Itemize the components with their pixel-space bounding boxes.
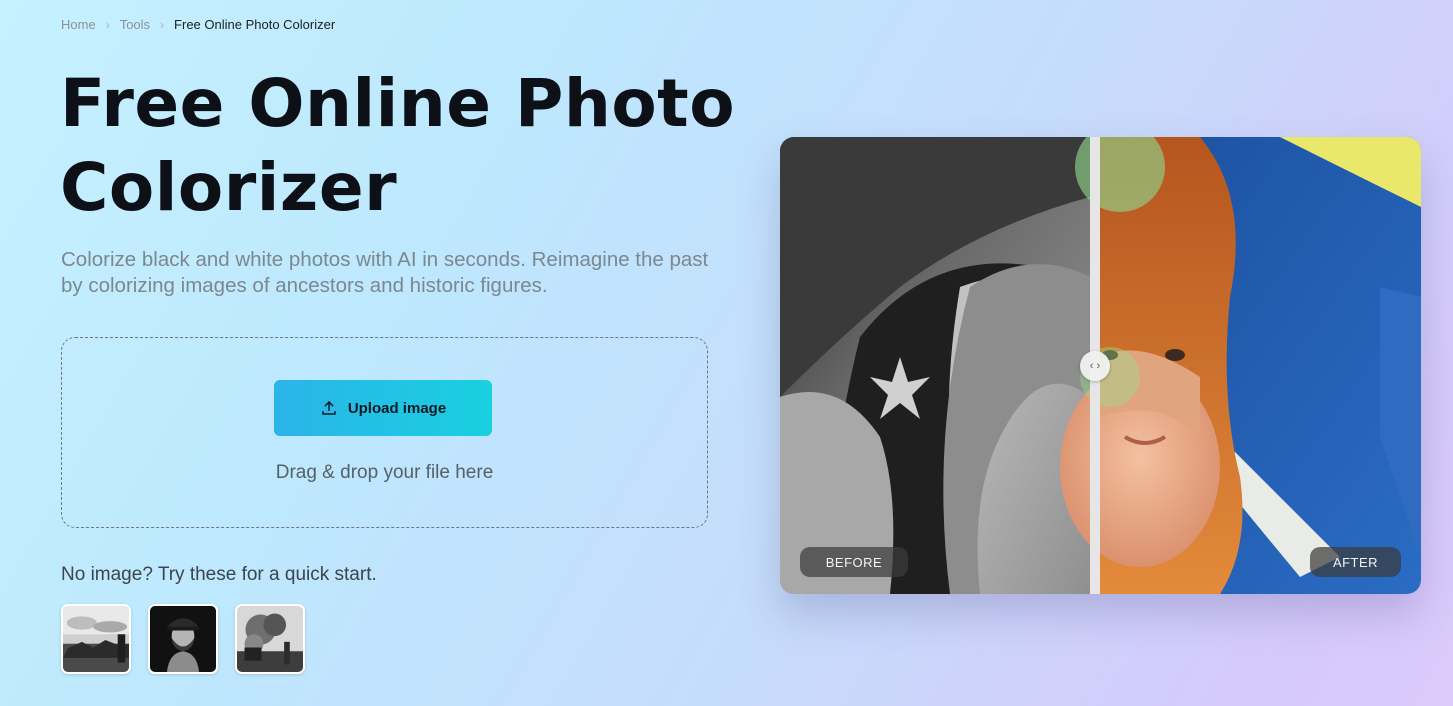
sample-landscape-image xyxy=(63,606,129,672)
sample-portrait-image xyxy=(150,606,216,672)
breadcrumb-current: Free Online Photo Colorizer xyxy=(174,17,336,32)
upload-image-button[interactable]: Upload image xyxy=(274,380,492,436)
upload-dropzone[interactable]: Upload image Drag & drop your file here xyxy=(61,337,708,528)
sample-smoke-image xyxy=(237,606,303,672)
drop-hint: Drag & drop your file here xyxy=(275,462,494,483)
after-label: AFTER xyxy=(1310,547,1401,577)
sample-images xyxy=(61,604,305,674)
before-after-comparison[interactable]: ‹ › BEFORE AFTER xyxy=(780,137,1421,594)
split-arrows-icon[interactable]: ‹ › xyxy=(1080,351,1110,381)
chevron-right-icon: › xyxy=(160,17,165,32)
sample-bearded-man-bw[interactable] xyxy=(148,604,218,674)
breadcrumb-tools[interactable]: Tools xyxy=(120,17,150,32)
sample-landscape-bw[interactable] xyxy=(61,604,131,674)
page-subtitle: Colorize black and white photos with AI … xyxy=(61,248,709,297)
upload-icon xyxy=(322,401,336,415)
breadcrumb-home[interactable]: Home xyxy=(61,17,96,32)
page-title: Free Online Photo Colorizer xyxy=(60,65,736,226)
sample-smoke-bw[interactable] xyxy=(235,604,305,674)
breadcrumb: Home › Tools › Free Online Photo Coloriz… xyxy=(61,17,335,32)
upload-button-label: Upload image xyxy=(347,399,447,417)
before-label: BEFORE xyxy=(800,547,908,577)
quick-start-prompt: No image? Try these for a quick start. xyxy=(61,564,377,585)
chevron-right-icon: › xyxy=(105,17,110,32)
